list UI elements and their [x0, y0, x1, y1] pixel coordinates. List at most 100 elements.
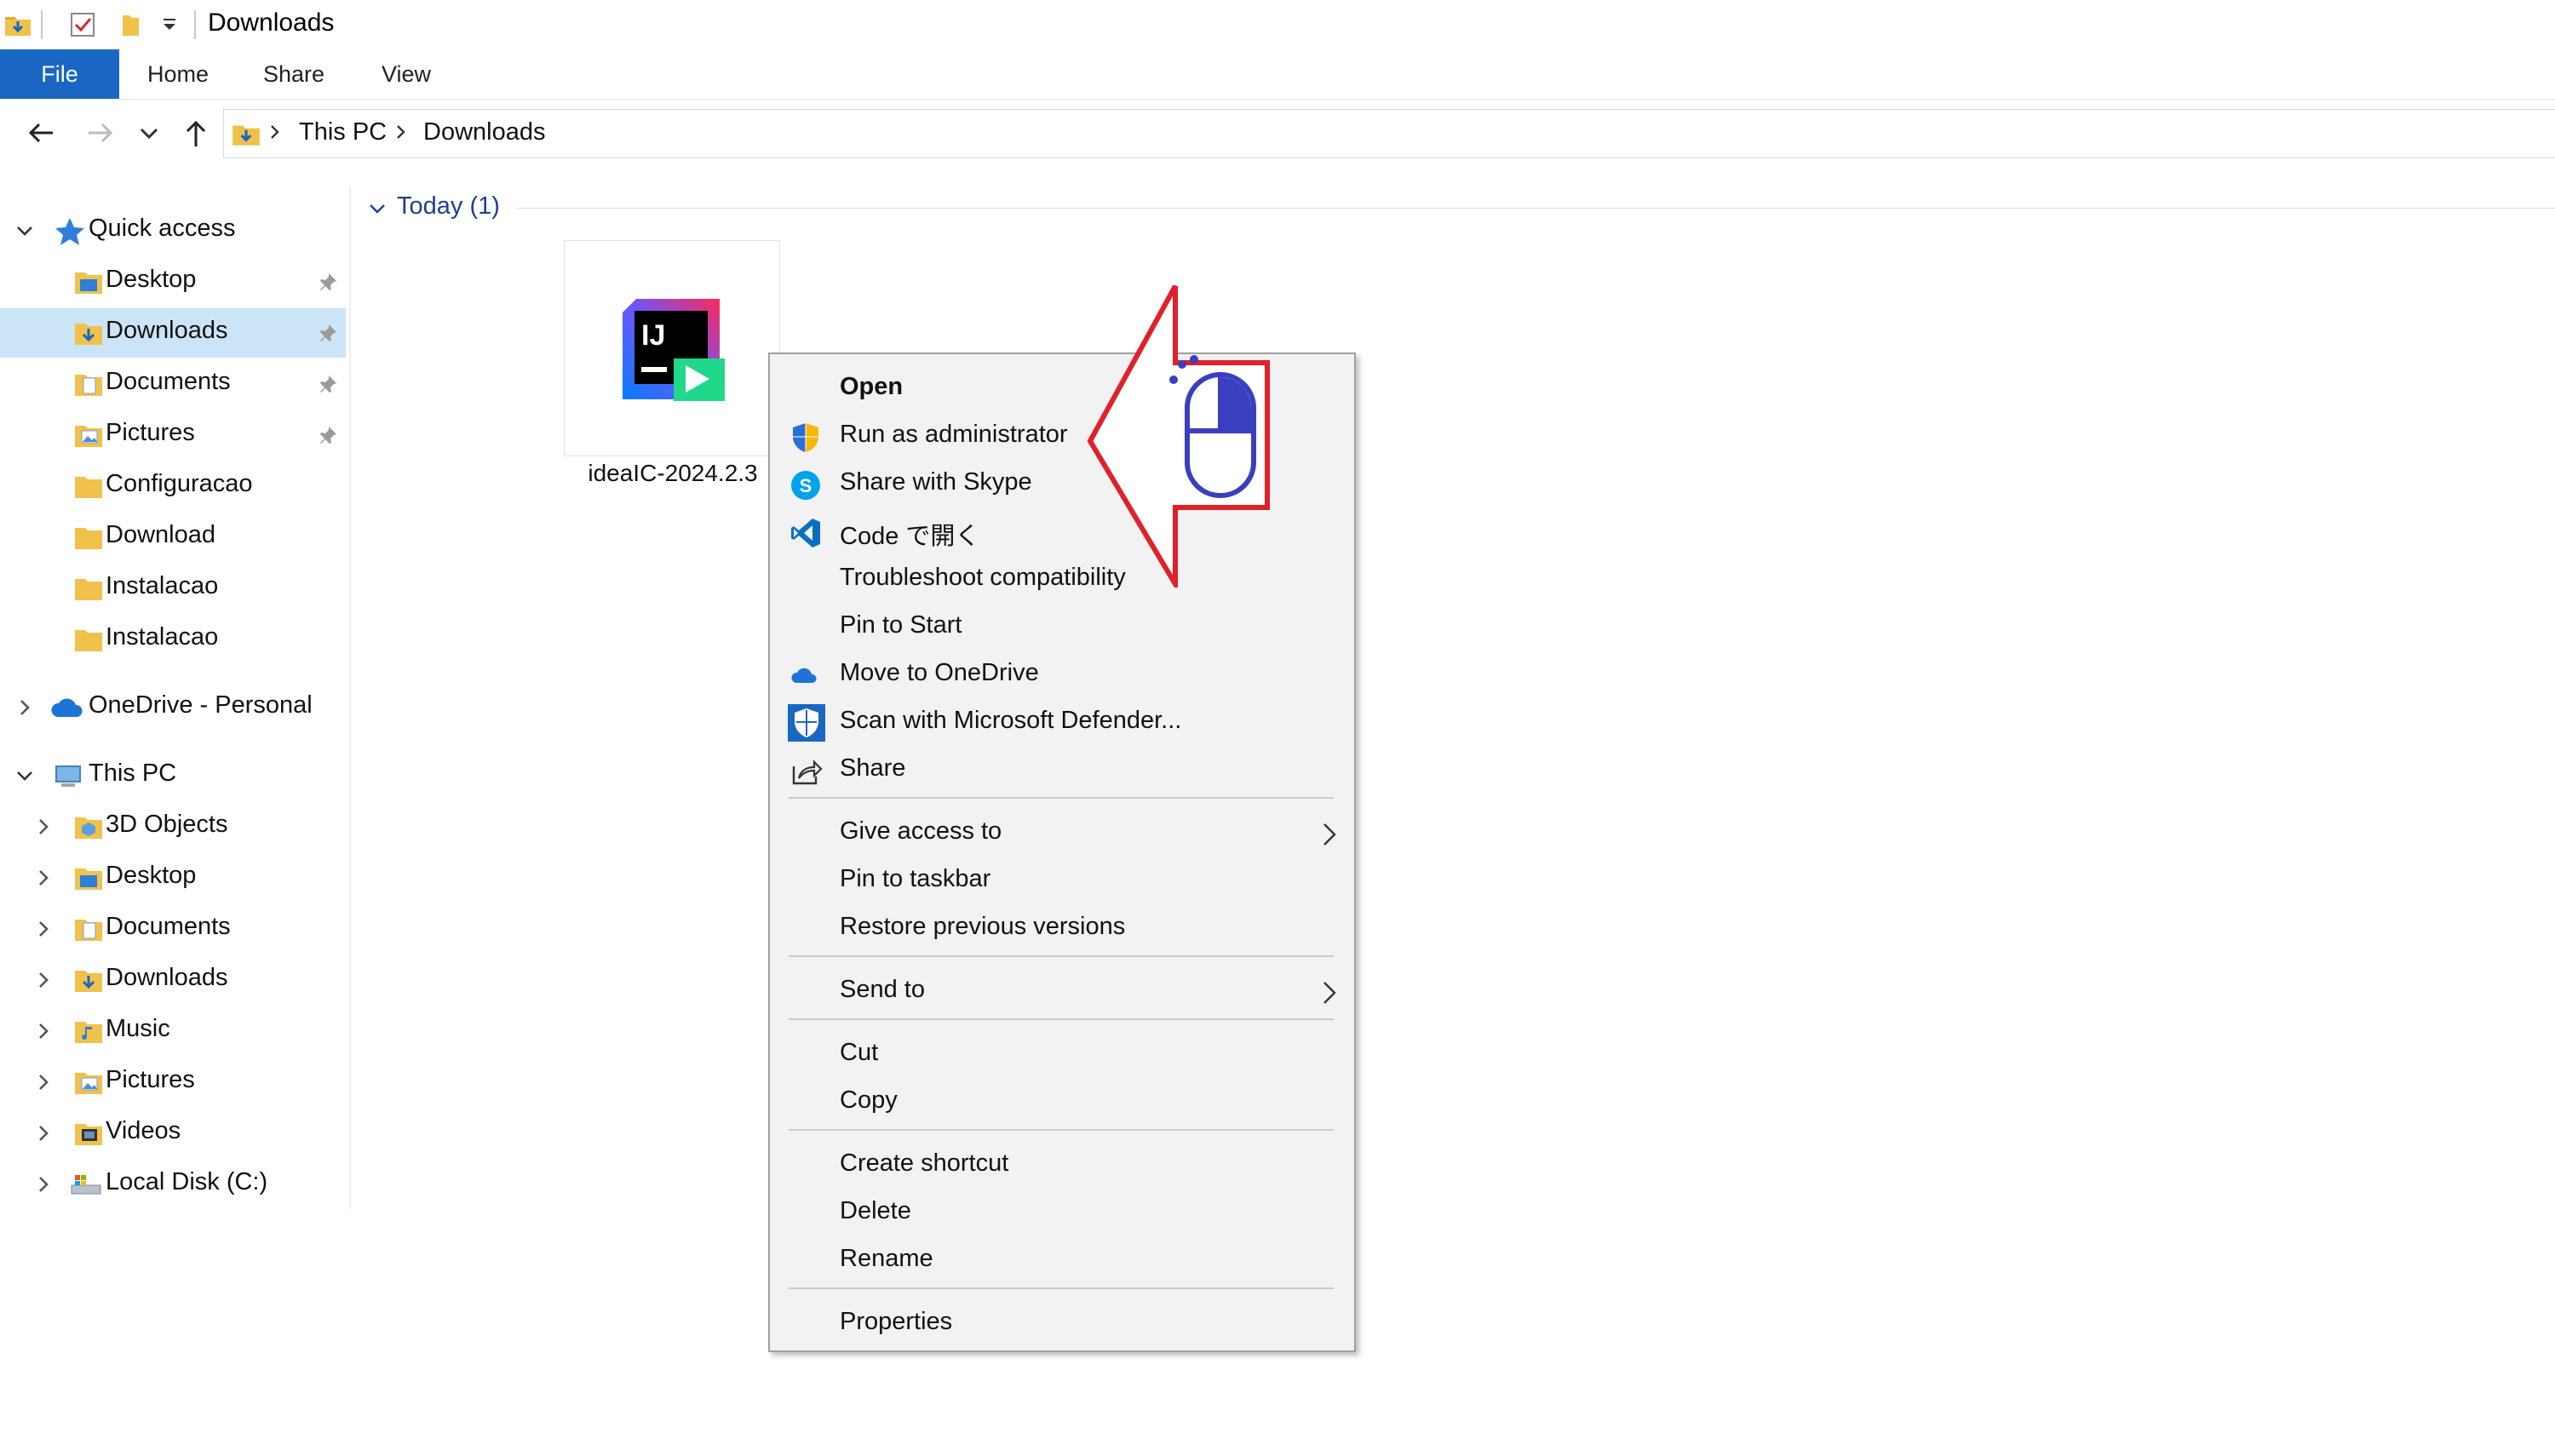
up-arrow-icon[interactable]: [177, 114, 215, 152]
menu-item-label: Delete: [840, 1197, 911, 1224]
properties-check-icon[interactable]: [68, 10, 97, 39]
group-header-today[interactable]: Today (1): [366, 191, 2555, 225]
sidebar-item-pictures[interactable]: Pictures: [0, 1058, 346, 1107]
sidebar-item-3d-objects[interactable]: 3D Objects: [0, 802, 346, 851]
tab-view[interactable]: View: [356, 49, 456, 99]
chevron-right-icon[interactable]: [32, 1173, 55, 1195]
sidebar-item-downloads[interactable]: Downloads: [0, 308, 346, 358]
breadcrumb-this-pc[interactable]: This PC: [299, 118, 387, 146]
desktop-folder-icon: [75, 868, 102, 890]
breadcrumb-downloads[interactable]: Downloads: [423, 118, 545, 146]
menu-item-move-to-onedrive[interactable]: Move to OneDrive: [770, 651, 1354, 698]
sidebar-item-pictures[interactable]: Pictures: [0, 410, 346, 460]
sidebar-item-label: Documents: [106, 913, 231, 940]
chevron-right-icon[interactable]: [32, 1071, 55, 1093]
downloads-folder-icon[interactable]: [3, 10, 32, 39]
chevron-right-icon[interactable]: [14, 696, 36, 719]
tab-file[interactable]: File: [0, 49, 119, 99]
menu-item-label: Move to OneDrive: [840, 659, 1039, 686]
recent-locations-chevron-icon[interactable]: [135, 114, 164, 152]
group-label: Today (1): [397, 192, 500, 220]
intellij-idea-icon: IJ: [623, 299, 725, 401]
chevron-down-icon[interactable]: [366, 198, 388, 220]
sidebar-item-desktop[interactable]: Desktop: [0, 257, 346, 307]
menu-item-delete[interactable]: Delete: [770, 1189, 1354, 1236]
menu-item-create-shortcut[interactable]: Create shortcut: [770, 1141, 1354, 1189]
chevron-right-icon[interactable]: [32, 1122, 55, 1144]
sidebar-item-desktop[interactable]: Desktop: [0, 853, 346, 903]
sidebar-item-documents[interactable]: Documents: [0, 904, 346, 954]
chevron-right-icon[interactable]: [32, 969, 55, 991]
music-folder-icon: [75, 1022, 102, 1043]
menu-item-label: Send to: [840, 976, 925, 1003]
uac-shield-icon: [793, 423, 818, 452]
sidebar-item-music[interactable]: Music: [0, 1006, 346, 1056]
folder-icon: [75, 477, 102, 498]
chevron-down-icon[interactable]: [14, 765, 36, 787]
menu-item-cut[interactable]: Cut: [770, 1030, 1354, 1078]
forward-arrow-icon[interactable]: [82, 114, 119, 152]
downloads-folder-icon: [75, 971, 102, 992]
menu-item-label: Rename: [840, 1245, 933, 1272]
sidebar-item-label: Videos: [106, 1117, 181, 1144]
breadcrumb-chevron-icon[interactable]: [267, 122, 284, 142]
sidebar-item-instalacao[interactable]: Instalacao: [0, 564, 346, 613]
breadcrumb-chevron-icon[interactable]: [393, 122, 410, 142]
chevron-down-icon[interactable]: [155, 10, 184, 39]
menu-separator: [789, 1129, 1334, 1131]
menu-item-scan-with-defender[interactable]: Scan with Microsoft Defender...: [770, 698, 1354, 746]
menu-item-pin-to-taskbar[interactable]: Pin to taskbar: [770, 857, 1354, 904]
share-icon: [792, 760, 823, 785]
menu-item-label: Give access to: [840, 817, 1002, 845]
pin-icon[interactable]: [317, 424, 339, 446]
sidebar-item-instalacao[interactable]: Instalacao: [0, 615, 346, 664]
menu-item-restore-previous-versions[interactable]: Restore previous versions: [770, 904, 1354, 952]
menu-item-send-to[interactable]: Send to: [770, 967, 1354, 1015]
sidebar-item-downloads[interactable]: Downloads: [0, 955, 346, 1005]
back-arrow-icon[interactable]: [22, 114, 60, 152]
menu-item-share[interactable]: Share: [770, 746, 1354, 794]
sidebar-item-local-disk[interactable]: Local Disk (C:): [0, 1160, 346, 1209]
chevron-right-icon[interactable]: [32, 918, 55, 940]
menu-item-give-access-to[interactable]: Give access to: [770, 809, 1354, 857]
sidebar-item-configuracao[interactable]: Configuracao: [0, 461, 346, 511]
menu-item-copy[interactable]: Copy: [770, 1078, 1354, 1126]
sidebar-item-onedrive[interactable]: OneDrive - Personal: [0, 683, 346, 732]
menu-item-properties[interactable]: Properties: [770, 1299, 1354, 1347]
menu-item-rename[interactable]: Rename: [770, 1236, 1354, 1284]
file-name[interactable]: ideaIC-2024.2.3: [545, 460, 801, 487]
file-item[interactable]: IJ: [564, 240, 780, 456]
menu-item-label: Code で開く: [840, 523, 980, 550]
sidebar-item-label: Instalacao: [106, 572, 219, 599]
submenu-chevron-icon: [1323, 982, 1336, 1004]
pin-icon[interactable]: [317, 373, 339, 395]
sidebar-item-label: Instalacao: [106, 623, 219, 651]
tab-share[interactable]: Share: [244, 49, 344, 99]
ribbon: File Home Share View: [0, 49, 2555, 100]
sidebar-item-quick-access[interactable]: Quick access: [0, 206, 346, 255]
pin-icon[interactable]: [317, 322, 339, 344]
chevron-down-icon[interactable]: [14, 220, 36, 242]
sidebar-item-download[interactable]: Download: [0, 513, 346, 562]
menu-item-label: Restore previous versions: [840, 913, 1126, 940]
chevron-right-icon[interactable]: [32, 867, 55, 889]
menu-item-pin-to-start[interactable]: Pin to Start: [770, 603, 1354, 651]
address-bar[interactable]: This PC Downloads: [223, 109, 2555, 158]
chevron-right-icon[interactable]: [32, 1020, 55, 1042]
new-folder-icon[interactable]: [116, 10, 145, 39]
sidebar-item-documents[interactable]: Documents: [0, 359, 346, 409]
chevron-right-icon[interactable]: [32, 816, 55, 838]
submenu-chevron-icon: [1323, 823, 1336, 846]
menu-separator: [789, 1287, 1334, 1289]
sidebar-item-videos[interactable]: Videos: [0, 1109, 346, 1158]
tab-home[interactable]: Home: [128, 49, 228, 99]
sidebar-item-label: Downloads: [106, 964, 228, 991]
sidebar-item-this-pc[interactable]: This PC: [0, 751, 346, 800]
pin-icon[interactable]: [317, 271, 339, 293]
skype-icon: S: [791, 471, 820, 500]
3d-objects-folder-icon: [75, 817, 102, 839]
svg-text:IJ: IJ: [641, 319, 665, 352]
downloads-folder-icon: [233, 125, 260, 146]
sidebar-item-label: Download: [106, 521, 215, 548]
menu-separator: [789, 955, 1334, 957]
